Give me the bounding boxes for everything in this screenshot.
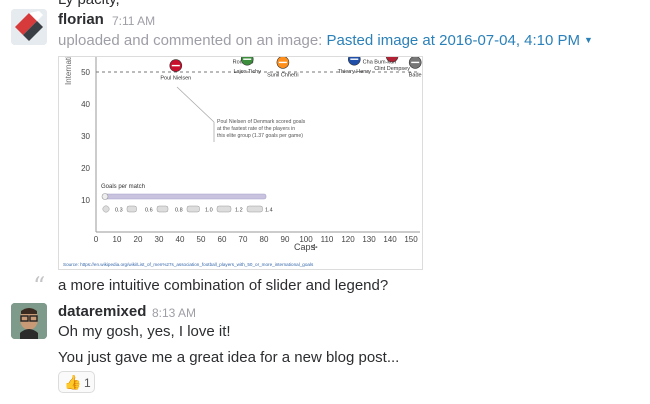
x-tick-label: 60 bbox=[218, 235, 227, 244]
dataremixed-avatar-icon bbox=[11, 303, 47, 339]
upload-action-text: uploaded and commented on an image: bbox=[58, 32, 323, 49]
data-point-label: Clint Dempsey bbox=[374, 66, 410, 72]
legend-label: 1.2 bbox=[235, 208, 243, 214]
y-tick-label: 30 bbox=[81, 132, 90, 141]
data-point-label: Poul Nielsen bbox=[160, 76, 191, 82]
y-tick-label: 40 bbox=[81, 100, 90, 109]
data-point-label: Thierry Henry bbox=[338, 69, 372, 75]
x-tick-label: 130 bbox=[362, 235, 376, 244]
reaction-count: 1 bbox=[84, 376, 91, 390]
legend-swatch bbox=[126, 205, 137, 213]
legend-swatch bbox=[246, 205, 263, 213]
data-point-label: Sunil Chhetri bbox=[267, 72, 299, 78]
upload-subline: uploaded and commented on an image: Past… bbox=[58, 32, 593, 49]
x-tick-label: 70 bbox=[239, 235, 248, 244]
x-tick-label: 0 bbox=[94, 235, 99, 244]
data-point-label: Bade bbox=[409, 72, 422, 78]
message-timestamp[interactable]: 7:11 AM bbox=[112, 14, 155, 28]
message-author[interactable]: dataremixed bbox=[58, 303, 146, 320]
x-tick-label: 140 bbox=[383, 235, 397, 244]
image-title-link[interactable]: Pasted image at 2016-07-04, 4:10 PM bbox=[327, 32, 581, 49]
chart-source: Source: https://en.wikipedia.org/wiki/Li… bbox=[63, 262, 314, 267]
florian-avatar-icon bbox=[11, 9, 47, 45]
x-tick-label: 110 bbox=[321, 235, 334, 244]
legend-label: 0.6 bbox=[145, 208, 153, 214]
y-tick-label: 50 bbox=[81, 68, 90, 77]
data-point-label: Lajos Tichy bbox=[233, 69, 261, 75]
legend-title: Goals per match bbox=[101, 184, 145, 190]
x-tick-label: 40 bbox=[176, 235, 185, 244]
y-tick-label: 20 bbox=[81, 164, 90, 173]
x-tick-label: 120 bbox=[341, 235, 355, 244]
x-tick-label: 50 bbox=[197, 235, 206, 244]
thumbs-up-icon: 👍 bbox=[64, 374, 82, 390]
sort-icon: ✢ bbox=[311, 243, 318, 252]
previous-message-fragment: Ly pacity, bbox=[58, 0, 120, 8]
message-author[interactable]: florian bbox=[58, 11, 104, 28]
legend-label: 0.8 bbox=[175, 208, 183, 214]
chevron-down-icon[interactable]: ▼ bbox=[584, 35, 593, 45]
legend-swatch bbox=[156, 205, 169, 213]
x-tick-label: 30 bbox=[155, 235, 164, 244]
message-timestamp[interactable]: 8:13 AM bbox=[152, 306, 196, 320]
pasted-image[interactable]: 0 10 20 30 40 50 60 70 80 90 100 110 120 130 140 150 10 2… bbox=[58, 56, 423, 270]
x-tick-label: 20 bbox=[134, 235, 143, 244]
annotation-line: this elite group (1.37 goals per game) bbox=[217, 133, 303, 139]
legend-label: 1.0 bbox=[205, 208, 213, 214]
chart-annotation: Poul Nielsen of Denmark scored goals at t… bbox=[217, 119, 306, 139]
x-tick-label: 150 bbox=[404, 235, 418, 244]
legend-swatch bbox=[216, 205, 232, 213]
annotation-line: Poul Nielsen of Denmark scored goals bbox=[217, 119, 306, 125]
annotation-line: at the fastest rate of the players in bbox=[217, 126, 295, 132]
goals-slider-track[interactable] bbox=[102, 193, 267, 200]
message-text: You just gave me a great idea for a new … bbox=[58, 349, 400, 366]
legend-label: 0.3 bbox=[115, 208, 123, 214]
x-tick-label: 90 bbox=[281, 235, 290, 244]
slider-handle[interactable] bbox=[101, 193, 109, 200]
avatar[interactable] bbox=[11, 9, 47, 45]
legend-swatch bbox=[186, 205, 200, 213]
scatter-chart: 0 10 20 30 40 50 60 70 80 90 100 110 120 130 140 150102… bbox=[59, 57, 422, 269]
x-tick-label: 10 bbox=[113, 235, 122, 244]
y-tick-label: 10 bbox=[81, 196, 90, 205]
avatar[interactable] bbox=[11, 303, 47, 339]
x-tick-label: 80 bbox=[260, 235, 269, 244]
quote-icon: “ bbox=[33, 272, 46, 300]
legend-label: 1.4 bbox=[265, 208, 273, 214]
y-axis-label: Internatio bbox=[64, 57, 73, 85]
message-text: Oh my gosh, yes, I love it! bbox=[58, 323, 231, 340]
image-comment: a more intuitive combination of slider a… bbox=[58, 277, 389, 294]
reaction-button[interactable]: 👍 1 bbox=[58, 371, 95, 393]
legend-swatch bbox=[102, 205, 110, 213]
